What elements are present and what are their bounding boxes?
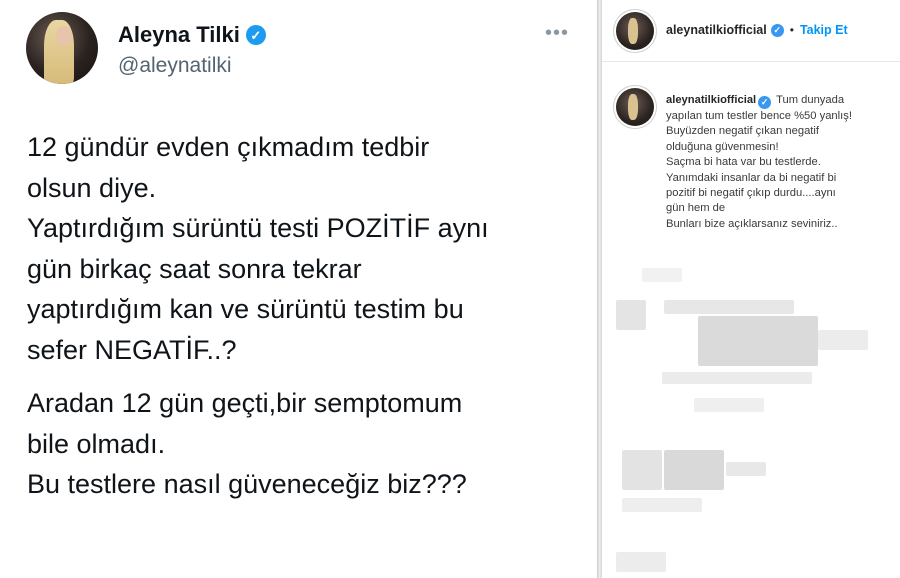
caption-line: olduğuna güvenmesin! <box>666 140 779 153</box>
caption-first-line: aleynatilkiofficial ✓ Tum dunyada <box>666 93 894 109</box>
verified-badge-icon: ✓ <box>758 96 772 109</box>
tweet-line: 12 gündür evden çıkmadım tedbir <box>27 132 430 162</box>
tweet-line: bile olmadı. <box>27 428 166 459</box>
tweet-text: 12 gündür evden çıkmadım tedbir olsun di… <box>27 127 587 505</box>
redacted-block <box>664 450 724 490</box>
more-options-icon[interactable]: ••• <box>545 22 569 45</box>
caption-line: Bunları bize açıklarsanız seviniriz.. <box>666 217 838 230</box>
redacted-block <box>616 552 666 572</box>
ig-caption: aleynatilkiofficial ✓ Tum dunyada yapılan… <box>666 93 894 232</box>
avatar-face-shape <box>56 26 72 46</box>
caption-line: gün hem de <box>666 202 726 215</box>
redacted-block <box>664 300 794 314</box>
tweet-line: yaptırdığım kan ve sürüntü testim bu <box>27 294 464 324</box>
ig-header-avatar[interactable] <box>616 12 654 50</box>
ig-post-header: aleynatilkiofficial ✓ • Takip Et <box>602 0 900 62</box>
tweet-line: Aradan 12 gün geçti,bir semptomum <box>27 388 463 418</box>
verified-badge-icon: ✓ <box>770 23 784 37</box>
ig-caption-username[interactable]: aleynatilkiofficial <box>666 94 756 106</box>
caption-text: Tum dunyada <box>776 94 845 106</box>
caption-line: Saçma bi hata var bu testlerde. <box>666 156 821 169</box>
redacted-block <box>662 372 812 384</box>
tweet-card: Aleyna Tilki ✓ @aleynatilki ••• 12 gündü… <box>0 0 597 578</box>
redacted-block <box>616 300 646 330</box>
ig-caption-avatar[interactable] <box>616 88 654 126</box>
tweet-line: gün birkaç saat sonra tekrar <box>27 253 362 284</box>
redacted-block <box>642 268 682 282</box>
redacted-block <box>622 498 702 512</box>
tweet-line: sefer NEGATİF..? <box>27 334 237 365</box>
redacted-block <box>726 462 766 476</box>
separator-dot: • <box>789 23 794 37</box>
instagram-post-panel: aleynatilkiofficial ✓ • Takip Et aleynat… <box>602 0 900 578</box>
ig-header-username[interactable]: aleynatilkiofficial <box>666 23 767 37</box>
caption-line: yapılan tum testler bence %50 yanlış! <box>666 110 852 122</box>
follow-button[interactable]: Takip Et <box>800 23 848 37</box>
redacted-block <box>818 330 868 350</box>
redacted-block <box>698 316 818 366</box>
tweet-avatar[interactable] <box>26 12 98 84</box>
verified-badge-icon: ✓ <box>245 25 266 45</box>
tweet-author-handle[interactable]: @aleynatilki <box>118 54 232 78</box>
tweet-line: olsun diye. <box>27 172 157 203</box>
ig-header-user-row: aleynatilkiofficial ✓ • Takip Et <box>666 23 848 37</box>
tweet-author-name[interactable]: Aleyna Tilki <box>118 22 240 48</box>
redacted-block <box>694 398 764 412</box>
tweet-line: Yaptırdığım sürüntü testi POZİTİF aynı <box>27 213 489 243</box>
caption-line: Buyüzden negatif çıkan negatif <box>666 125 820 138</box>
caption-line: Yanımdaki insanlar da bi negatif bi <box>666 171 837 184</box>
tweet-author-row: Aleyna Tilki ✓ <box>118 22 266 48</box>
caption-line: pozitif bi negatif çıkıp durdu....aynı <box>666 187 836 200</box>
tweet-line: Bu testlere nasıl güveneceğiz biz??? <box>27 469 467 499</box>
redacted-block <box>622 450 662 490</box>
